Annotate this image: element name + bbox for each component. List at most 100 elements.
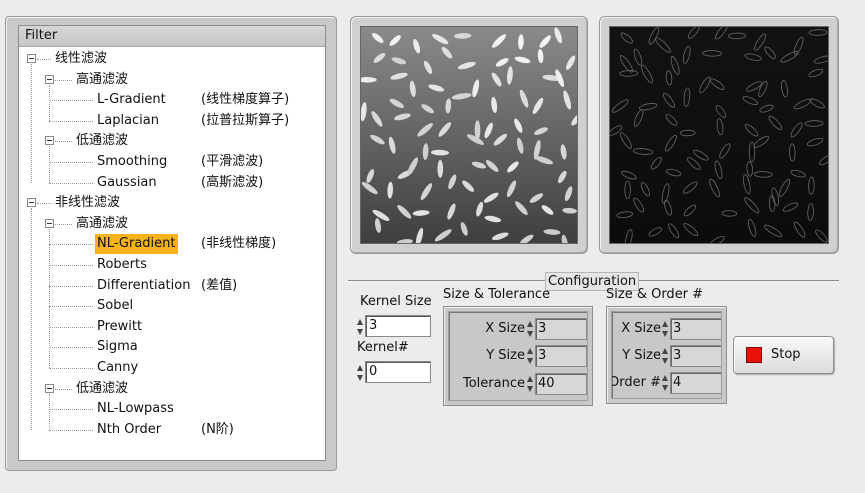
tree-item-label: Nth Order <box>97 421 162 437</box>
tree-item-description: (平滑滤波) <box>201 154 264 169</box>
so-order-label: Order # <box>611 375 661 390</box>
so-order-stepper-icon[interactable] <box>662 374 669 392</box>
image-background <box>610 27 828 243</box>
tree-item-label: 低通滤波 <box>76 133 129 149</box>
filtered-image-display <box>599 16 839 254</box>
tree-connector <box>49 228 50 368</box>
so-y-size-input[interactable]: 3 <box>670 345 721 367</box>
tree-item[interactable]: Prewitt <box>19 317 319 337</box>
tree-connector <box>55 388 72 390</box>
collapse-icon[interactable] <box>45 74 54 84</box>
tree-item-description: (非线性梯度) <box>201 236 277 252</box>
tree-item-label: Roberts <box>97 257 147 272</box>
so-x-size-input[interactable]: 3 <box>670 318 721 340</box>
st-tolerance-control[interactable]: Tolerance 40 <box>449 373 587 395</box>
kernel-number-control[interactable]: 0 <box>357 361 433 385</box>
filter-tree[interactable]: Filter 线性滤波 高通滤波 L-Gradient (线性梯度算子) Laplaci… <box>18 25 326 461</box>
tree-connector <box>49 265 93 266</box>
tree-connector <box>49 285 93 287</box>
tree-connector <box>31 64 32 183</box>
tree-connector <box>49 120 93 122</box>
tree-item[interactable]: Roberts <box>19 255 319 275</box>
tree-item[interactable]: Canny <box>19 358 319 378</box>
tree-item[interactable]: Smoothing (平滑滤波) <box>19 152 319 172</box>
tree-item-label: NL-Lowpass <box>97 401 174 417</box>
tree-connector <box>37 203 51 205</box>
stop-button-label: Stop <box>771 347 801 362</box>
tree-item[interactable]: Sobel <box>19 296 319 316</box>
tree-item[interactable]: 低通滤波 <box>19 131 319 151</box>
st-y-size-stepper-icon[interactable] <box>527 347 534 365</box>
tree-item-label: Sigma <box>97 339 138 355</box>
tree-item-description: (拉普拉斯算子) <box>201 112 290 128</box>
tree-item[interactable]: 非线性滤波 <box>19 193 319 213</box>
tree-connector <box>49 326 93 328</box>
st-tolerance-input[interactable]: 40 <box>535 373 587 395</box>
tree-item[interactable]: Nth Order (N阶) <box>19 420 319 440</box>
kernel-size-stepper-icon[interactable] <box>357 318 364 336</box>
kernel-number-label: Kernel# <box>357 340 409 355</box>
st-tolerance-label: Tolerance <box>463 376 525 391</box>
tree-connector <box>55 79 72 81</box>
tree-item-description: (高斯滤波) <box>201 174 264 190</box>
st-y-size-label: Y Size <box>486 348 525 363</box>
rice-grain <box>437 159 444 178</box>
st-x-size-stepper-icon[interactable] <box>527 320 534 338</box>
tree-item[interactable]: 高通滤波 <box>19 214 319 234</box>
filtered-image <box>609 26 829 244</box>
tree-item[interactable]: Differentiation (差值) <box>19 276 319 296</box>
tree-connector <box>49 429 93 431</box>
collapse-icon[interactable] <box>45 383 54 393</box>
tree-item[interactable]: Laplacian (拉普拉斯算子) <box>19 111 319 131</box>
tree-item[interactable]: L-Gradient (线性梯度算子) <box>19 90 319 110</box>
collapse-icon[interactable] <box>27 198 36 208</box>
tree-connector <box>49 244 93 246</box>
tree-item[interactable]: NL-Lowpass <box>19 399 319 419</box>
tree-connector <box>49 182 93 184</box>
tree-connector <box>49 347 93 349</box>
so-order-control[interactable]: Order # 4 <box>611 372 721 394</box>
kernel-number-input[interactable]: 0 <box>365 361 431 383</box>
tree-item[interactable]: Sigma <box>19 337 319 357</box>
tree-item[interactable]: Gaussian (高斯滤波) <box>19 173 319 193</box>
size-tolerance-cluster: X Size 3 Y Size 3 Tolerance 40 <box>443 306 593 406</box>
tree-item-label: 非线性滤波 <box>55 195 121 211</box>
size-order-cluster: X Size 3 Y Size 3 Order # 4 <box>606 306 727 404</box>
tree-item-label: Gaussian <box>97 174 157 190</box>
tree-item-label: Sobel <box>97 298 134 314</box>
kernel-number-stepper-icon[interactable] <box>357 364 364 382</box>
tree-connector <box>49 146 50 183</box>
tree-item[interactable]: NL-Gradient (非线性梯度) <box>19 234 319 255</box>
st-x-size-input[interactable]: 3 <box>535 318 587 340</box>
so-order-input[interactable]: 4 <box>670 372 721 394</box>
collapse-icon[interactable] <box>45 136 54 146</box>
tree-item-label: L-Gradient <box>97 92 166 108</box>
tree-item-description: (差值) <box>201 277 238 293</box>
kernel-size-input[interactable]: 3 <box>365 315 431 337</box>
tree-item[interactable]: 高通滤波 <box>19 70 319 90</box>
tree-connector <box>49 368 93 369</box>
tree-item-label: Canny <box>97 360 139 375</box>
tree-connector <box>49 100 93 102</box>
so-x-size-control[interactable]: X Size 3 <box>612 318 721 340</box>
st-y-size-input[interactable]: 3 <box>535 345 587 367</box>
kernel-size-control[interactable]: 3 <box>357 315 433 339</box>
so-y-size-control[interactable]: Y Size 3 <box>612 345 721 367</box>
stop-led-icon <box>746 347 762 363</box>
tree-item[interactable]: 低通滤波 <box>19 379 319 399</box>
collapse-icon[interactable] <box>45 218 54 228</box>
st-y-size-control[interactable]: Y Size 3 <box>449 345 587 367</box>
so-y-size-stepper-icon[interactable] <box>662 347 669 365</box>
size-order-label: Size & Order # <box>606 287 704 302</box>
tree-connector <box>49 306 93 308</box>
st-x-size-control[interactable]: X Size 3 <box>449 318 587 340</box>
kernel-size-label: Kernel Size <box>360 294 432 309</box>
tree-item[interactable]: 线性滤波 <box>19 49 319 69</box>
collapse-icon[interactable] <box>27 54 36 63</box>
stop-button[interactable]: Stop <box>733 336 834 374</box>
tree-item-description: (N阶) <box>201 421 234 437</box>
st-tolerance-stepper-icon[interactable] <box>527 375 534 393</box>
so-x-size-stepper-icon[interactable] <box>662 320 669 338</box>
tree-item-label: 高通滤波 <box>76 71 129 87</box>
tree-connector <box>49 409 93 411</box>
